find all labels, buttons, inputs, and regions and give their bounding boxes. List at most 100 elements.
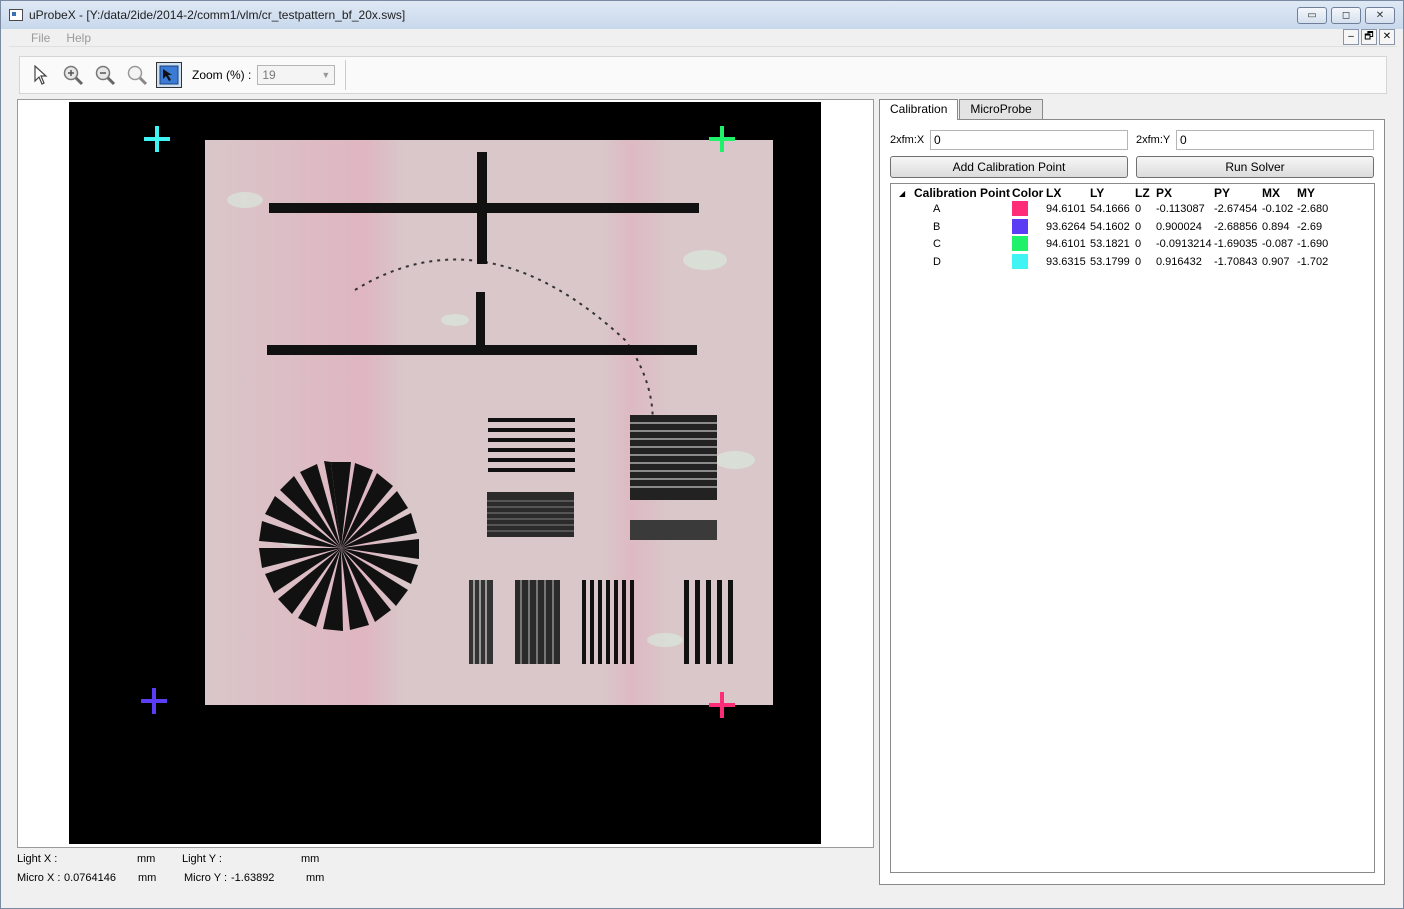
col-mx: MX — [1262, 186, 1280, 200]
row-c-py: -1.69035 — [1214, 238, 1258, 250]
row-a-mx: -0.102 — [1262, 203, 1294, 215]
row-b-my: -2.69 — [1297, 221, 1323, 233]
marker-B[interactable] — [141, 688, 167, 714]
row-d-my: -1.702 — [1297, 256, 1329, 268]
pointer-icon[interactable] — [28, 62, 54, 88]
maximize-button[interactable]: ◻ — [1331, 7, 1361, 24]
test-pattern-image — [205, 140, 773, 705]
window-title: uProbeX - [Y:/data/2ide/2014-2/comm1/vlm… — [29, 8, 406, 22]
row-d-color-swatch[interactable] — [1012, 254, 1028, 269]
add-calibration-point-button[interactable]: Add Calibration Point — [890, 156, 1128, 178]
chevron-down-icon: ▼ — [321, 70, 331, 80]
marker-A[interactable] — [709, 692, 735, 718]
micro-y-label: Micro Y : — [184, 872, 227, 884]
row-d-ly: 53.1799 — [1090, 256, 1130, 268]
col-calibration-point: Calibration Point — [914, 186, 1010, 200]
row-a-px: -0.113087 — [1156, 203, 1205, 215]
light-x-unit: mm — [137, 853, 156, 865]
micro-x-value: 0.0764146 — [64, 872, 116, 884]
row-c-color-swatch[interactable] — [1012, 236, 1028, 251]
col-ly: LY — [1090, 186, 1105, 200]
row-c-name[interactable]: C — [933, 238, 941, 250]
zoom-fit-icon[interactable] — [124, 62, 150, 88]
app-icon — [9, 9, 23, 21]
row-a-lx: 94.6101 — [1046, 203, 1086, 215]
col-lx: LX — [1046, 186, 1062, 200]
run-solver-button[interactable]: Run Solver — [1136, 156, 1374, 178]
mdi-restore-button[interactable]: 🗗 — [1361, 29, 1377, 45]
col-py: PY — [1214, 186, 1231, 200]
marker-D[interactable] — [144, 126, 170, 152]
light-y-unit: mm — [301, 853, 320, 865]
row-d-px: 0.916432 — [1156, 256, 1202, 268]
mdi-buttons: – 🗗 ✕ — [1343, 29, 1395, 45]
row-a-color-swatch[interactable] — [1012, 201, 1028, 216]
toolbar: Zoom (%) : 19 ▼ — [19, 56, 1387, 94]
image-viewer[interactable] — [17, 99, 874, 848]
panel-tabs: Calibration MicroProbe — [879, 99, 1044, 120]
row-d-py: -1.70843 — [1214, 256, 1258, 268]
row-c-my: -1.690 — [1297, 238, 1329, 250]
menu-bar: File Help – 🗗 ✕ — [9, 29, 1397, 47]
toolbar-separator — [345, 60, 347, 90]
menu-file[interactable]: File — [31, 31, 50, 45]
image-canvas[interactable] — [69, 102, 821, 844]
row-d-name[interactable]: D — [933, 256, 941, 268]
xfm-y-label: 2xfm:Y — [1136, 134, 1171, 146]
mdi-minimize-button[interactable]: – — [1343, 29, 1359, 45]
col-lz: LZ — [1135, 186, 1150, 200]
col-my: MY — [1297, 186, 1315, 200]
row-c-ly: 53.1821 — [1090, 238, 1130, 250]
expand-icon[interactable]: ◢ — [899, 189, 905, 198]
row-a-py: -2.67454 — [1214, 203, 1258, 215]
zoom-select[interactable]: 19 ▼ — [257, 65, 336, 85]
row-a-ly: 54.1666 — [1090, 203, 1130, 215]
row-b-px: 0.900024 — [1156, 221, 1202, 233]
xfm-x-input[interactable]: 0 — [930, 130, 1128, 150]
xfm-y-input[interactable]: 0 — [1176, 130, 1374, 150]
test-pattern-graphic — [227, 152, 755, 664]
row-b-lz: 0 — [1135, 221, 1142, 233]
row-b-color-swatch[interactable] — [1012, 219, 1028, 234]
minimize-button[interactable]: ▭ — [1297, 7, 1327, 24]
row-b-ly: 54.1602 — [1090, 221, 1130, 233]
tab-calibration[interactable]: Calibration — [879, 99, 959, 120]
calibration-table[interactable]: ◢ Calibration Point Color LX LY LZ PX PY… — [890, 183, 1375, 873]
light-y-label: Light Y : — [182, 853, 222, 865]
zoom-value: 19 — [262, 68, 276, 82]
zoom-in-icon[interactable] — [60, 62, 86, 88]
caption-buttons: ▭ ◻ ✕ — [1297, 7, 1395, 24]
mdi-close-button[interactable]: ✕ — [1379, 29, 1395, 45]
tab-microprobe[interactable]: MicroProbe — [959, 99, 1043, 119]
micro-x-label: Micro X : — [17, 872, 61, 884]
row-d-mx: 0.907 — [1262, 256, 1290, 268]
menu-help[interactable]: Help — [66, 31, 91, 45]
row-d-lx: 93.6315 — [1046, 256, 1086, 268]
row-c-lx: 94.6101 — [1046, 238, 1086, 250]
calibration-pane: 2xfm:X 0 2xfm:Y 0 Add Calibration Point … — [879, 119, 1385, 885]
light-x-label: Light X : — [17, 853, 58, 865]
marker-C[interactable] — [709, 126, 735, 152]
close-button[interactable]: ✕ — [1365, 7, 1395, 24]
col-color: Color — [1012, 186, 1044, 200]
app-window: uProbeX - [Y:/data/2ide/2014-2/comm1/vlm… — [0, 0, 1404, 909]
row-b-py: -2.68856 — [1214, 221, 1258, 233]
micro-y-unit: mm — [306, 872, 325, 884]
row-b-mx: 0.894 — [1262, 221, 1290, 233]
row-b-name[interactable]: B — [933, 221, 940, 233]
zoom-label: Zoom (%) : — [192, 68, 252, 82]
row-a-lz: 0 — [1135, 203, 1142, 215]
row-c-lz: 0 — [1135, 238, 1142, 250]
row-b-lx: 93.6264 — [1046, 221, 1086, 233]
zoom-out-icon[interactable] — [92, 62, 118, 88]
calibration-tool-icon[interactable] — [156, 62, 182, 88]
micro-x-unit: mm — [138, 872, 157, 884]
coordinates-status: Light X : mm Light Y : mm Micro X : 0.07… — [17, 853, 357, 893]
row-d-lz: 0 — [1135, 256, 1142, 268]
row-c-px: -0.0913214 — [1156, 238, 1212, 250]
micro-y-value: -1.63892 — [231, 872, 275, 884]
xfm-x-label: 2xfm:X — [890, 134, 925, 146]
row-a-name[interactable]: A — [933, 203, 940, 215]
title-bar: uProbeX - [Y:/data/2ide/2014-2/comm1/vlm… — [1, 1, 1403, 29]
col-px: PX — [1156, 186, 1173, 200]
